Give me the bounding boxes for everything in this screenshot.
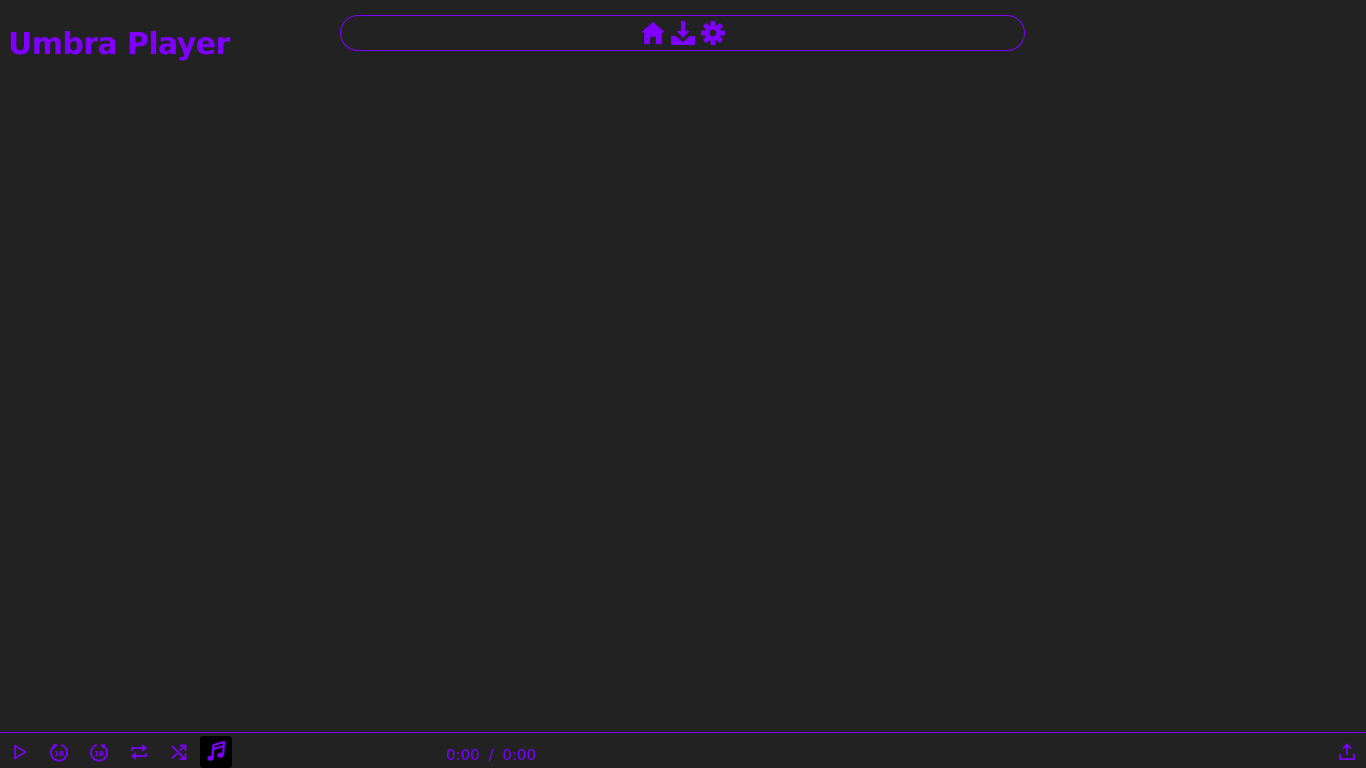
- svg-text:10: 10: [94, 750, 104, 758]
- nav-downloads-button[interactable]: [670, 19, 696, 47]
- app-window: Umbra Player 10 10 0:00 / 0:00: [0, 0, 1366, 768]
- forward-10-button[interactable]: 10: [83, 736, 115, 768]
- nav-home-button[interactable]: [640, 19, 666, 47]
- svg-text:10: 10: [54, 750, 64, 758]
- music-note-icon: [207, 741, 226, 761]
- top-navigation-bar: [340, 15, 1025, 51]
- time-display: 0:00 / 0:00: [446, 745, 536, 765]
- rewind-10-button[interactable]: 10: [43, 736, 75, 768]
- play-button[interactable]: [4, 736, 36, 768]
- upload-button[interactable]: [1331, 736, 1363, 768]
- forward-10-icon: 10: [90, 743, 108, 762]
- nav-settings-button[interactable]: [700, 19, 726, 47]
- rewind-10-icon: 10: [50, 743, 68, 762]
- main-content-area: [0, 60, 1366, 732]
- duration-time: 0:00: [502, 746, 536, 764]
- player-bar: 10 10 0:00 / 0:00: [0, 732, 1366, 768]
- time-separator: /: [488, 746, 494, 764]
- repeat-button[interactable]: [123, 736, 155, 768]
- play-icon: [14, 744, 27, 760]
- gear-icon: [700, 21, 725, 45]
- current-time: 0:00: [446, 746, 480, 764]
- music-library-button[interactable]: [200, 736, 232, 768]
- shuffle-button[interactable]: [163, 736, 195, 768]
- shuffle-icon: [171, 744, 187, 760]
- repeat-icon: [131, 744, 147, 760]
- download-icon: [670, 21, 695, 45]
- upload-icon: [1339, 743, 1355, 760]
- app-title: Umbra Player: [8, 27, 230, 62]
- home-icon: [640, 21, 665, 45]
